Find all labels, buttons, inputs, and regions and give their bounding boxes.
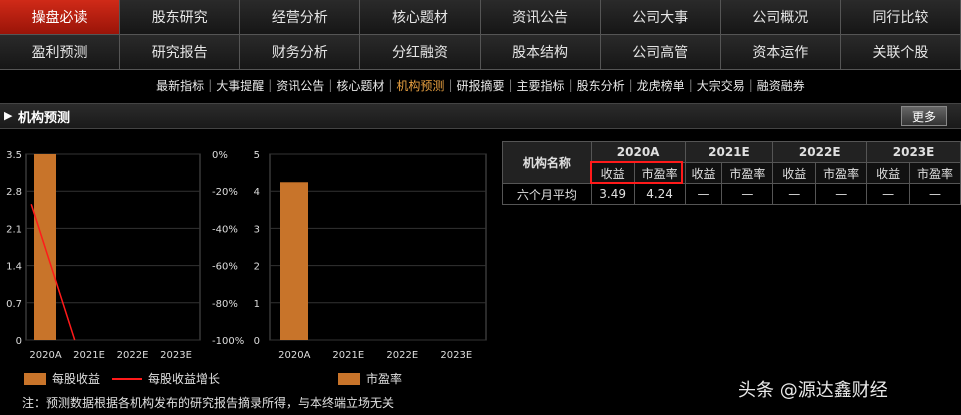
tab-ziben-yunzuo[interactable]: 资本运作 bbox=[720, 35, 841, 70]
tab-gongsi-gaoguan[interactable]: 公司高管 bbox=[600, 35, 721, 70]
tab-gongsi-dashi[interactable]: 公司大事 bbox=[600, 0, 721, 35]
tab-yanjiu-baogao[interactable]: 研究报告 bbox=[120, 35, 241, 70]
y-tick-label: 0 bbox=[254, 336, 260, 347]
legend-label: 每股收益增长 bbox=[148, 372, 221, 386]
table-cell: 4.24 bbox=[633, 183, 686, 205]
subhead-shiyinglv: 市盈率 bbox=[909, 162, 961, 184]
tab-guanlian-gegu[interactable]: 关联个股 bbox=[840, 35, 961, 70]
subnav-dashi-tixing[interactable]: 大事提醒 bbox=[212, 77, 268, 94]
tab-row-1: 操盘必读 股东研究 经营分析 核心题材 资讯公告 公司大事 公司概况 同行比较 bbox=[0, 0, 961, 35]
section-title: 机构预测 bbox=[18, 111, 71, 126]
y-tick-label: 2.1 bbox=[6, 224, 22, 235]
tab-caiwu-fenxi[interactable]: 财务分析 bbox=[240, 35, 361, 70]
y2-tick-label: -40% bbox=[212, 224, 238, 235]
subnav-longhu-bangdan[interactable]: 龙虎榜单 bbox=[633, 77, 689, 94]
tab-jingying-fenxi[interactable]: 经营分析 bbox=[240, 0, 361, 35]
legend-pe: 市盈率 bbox=[338, 370, 402, 387]
tab-hexin-ticai[interactable]: 核心题材 bbox=[360, 0, 481, 35]
tab-tonghang-bijiao[interactable]: 同行比较 bbox=[840, 0, 961, 35]
disclaimer-note: 注：预测数据根据各机构发布的研究报告摘录所得，与本终端立场无关 bbox=[22, 396, 395, 410]
section-header: ▶ 机构预测 更多 bbox=[0, 103, 961, 129]
year-header: 2021E bbox=[684, 141, 774, 163]
y-tick-label: 1.4 bbox=[6, 262, 22, 273]
forecast-charts: 3.5 2.8 2.1 1.4 0.7 0 0% -20% -40% -60% -80% -100% 2… bbox=[6, 150, 487, 361]
table-cell: — bbox=[866, 183, 911, 205]
x-tick-label: 2021E bbox=[332, 350, 364, 361]
y-tick-label: 2 bbox=[254, 262, 260, 273]
tab-guben-jiegou[interactable]: 股本结构 bbox=[480, 35, 601, 70]
y2-tick-label: -60% bbox=[212, 262, 238, 273]
subnav-yanbao-zhaiyao[interactable]: 研报摘要 bbox=[452, 77, 508, 94]
y-tick-label: 1 bbox=[254, 299, 260, 310]
subhead-shouyi: 收益 bbox=[866, 162, 911, 184]
year-header: 2020A bbox=[590, 141, 686, 163]
subhead-shouyi: 收益 bbox=[684, 162, 723, 184]
table-cell: — bbox=[684, 183, 723, 205]
y-tick-label: 0 bbox=[16, 336, 22, 347]
y-tick-label: 0.7 bbox=[6, 299, 22, 310]
tab-caopan-bidu[interactable]: 操盘必读 bbox=[0, 0, 121, 35]
table-cell: — bbox=[772, 183, 817, 205]
row-label: 六个月平均 bbox=[502, 183, 592, 205]
y-tick-label: 5 bbox=[254, 150, 260, 161]
legend-eps: 每股收益 bbox=[24, 370, 100, 387]
more-button[interactable]: 更多 bbox=[901, 106, 947, 126]
table-cell: — bbox=[815, 183, 868, 205]
tab-yingli-yuce[interactable]: 盈利预测 bbox=[0, 35, 121, 70]
subnav-jigou-yuce[interactable]: 机构预测 bbox=[392, 77, 448, 94]
y2-tick-label: -20% bbox=[212, 187, 238, 198]
subnav-dazong-jiaoyi[interactable]: 大宗交易 bbox=[693, 77, 749, 94]
legend-line bbox=[112, 377, 142, 380]
y2-tick-label: -100% bbox=[212, 336, 244, 347]
subnav-gudong-fenxi[interactable]: 股东分析 bbox=[573, 77, 629, 94]
y-tick-label: 4 bbox=[254, 187, 260, 198]
pe-bar bbox=[280, 182, 308, 340]
y-tick-label: 3 bbox=[254, 224, 260, 235]
x-tick-label: 2020A bbox=[278, 350, 310, 361]
table-row: 六个月平均 3.49 4.24 — — — — — — bbox=[502, 183, 961, 205]
year-header: 2023E bbox=[866, 141, 961, 163]
table-cell: 3.49 bbox=[590, 183, 635, 205]
legend-label: 每股收益 bbox=[52, 372, 101, 386]
x-tick-label: 2021E bbox=[73, 350, 105, 361]
x-tick-label: 2022E bbox=[117, 350, 149, 361]
x-tick-label: 2020A bbox=[29, 350, 61, 361]
tab-gongsi-gaikuang[interactable]: 公司概况 bbox=[720, 0, 841, 35]
y-tick-label: 3.5 bbox=[6, 150, 22, 161]
tab-zixun-gonggao[interactable]: 资讯公告 bbox=[480, 0, 601, 35]
y2-tick-label: -80% bbox=[212, 299, 238, 310]
watermark: 头条 @源达鑫财经 bbox=[738, 380, 888, 401]
highlight-box bbox=[590, 161, 683, 184]
x-tick-label: 2022E bbox=[386, 350, 418, 361]
subhead-shiyinglv: 市盈率 bbox=[815, 162, 868, 184]
y2-tick-label: 0% bbox=[212, 150, 228, 161]
tab-row-2: 盈利预测 研究报告 财务分析 分红融资 股本结构 公司高管 资本运作 关联个股 bbox=[0, 35, 961, 70]
legend-label: 市盈率 bbox=[366, 372, 403, 386]
table-cell: — bbox=[909, 183, 961, 205]
subhead-shouyi: 收益 bbox=[772, 162, 817, 184]
top-tabs: 操盘必读 股东研究 经营分析 核心题材 资讯公告 公司大事 公司概况 同行比较 … bbox=[0, 0, 961, 70]
legend-growth: 每股收益增长 bbox=[112, 370, 220, 387]
subnav-zhuyao-zhibiao[interactable]: 主要指标 bbox=[513, 77, 569, 94]
subnav-rongzi-rongquan[interactable]: 融资融券 bbox=[753, 77, 809, 94]
x-tick-label: 2023E bbox=[440, 350, 472, 361]
tab-gudong-yanjiu[interactable]: 股东研究 bbox=[120, 0, 241, 35]
subnav-zuixin-zhibiao[interactable]: 最新指标 bbox=[152, 77, 208, 94]
legend-swatch bbox=[338, 372, 360, 385]
forecast-table: 机构名称 2020A 2021E 2022E 2023E 收益 市盈率 收益 市… bbox=[502, 141, 961, 205]
tab-fenhong-rongzi[interactable]: 分红融资 bbox=[360, 35, 481, 70]
table-cell: — bbox=[721, 183, 774, 205]
subnav-zixun-gonggao[interactable]: 资讯公告 bbox=[272, 77, 328, 94]
triangle-right-icon: ▶ bbox=[4, 109, 13, 122]
x-tick-label: 2023E bbox=[160, 350, 192, 361]
table-corner-header: 机构名称 bbox=[502, 141, 592, 184]
legend-swatch bbox=[24, 372, 46, 385]
subhead-shiyinglv: 市盈率 bbox=[721, 162, 774, 184]
y-tick-label: 2.8 bbox=[6, 187, 22, 198]
year-header: 2022E bbox=[772, 141, 868, 163]
sub-navigation: 最新指标 | 大事提醒 | 资讯公告 | 核心题材 | 机构预测 | 研报摘要 | 主要指标… bbox=[0, 70, 961, 100]
subnav-hexin-ticai[interactable]: 核心题材 bbox=[332, 77, 388, 94]
